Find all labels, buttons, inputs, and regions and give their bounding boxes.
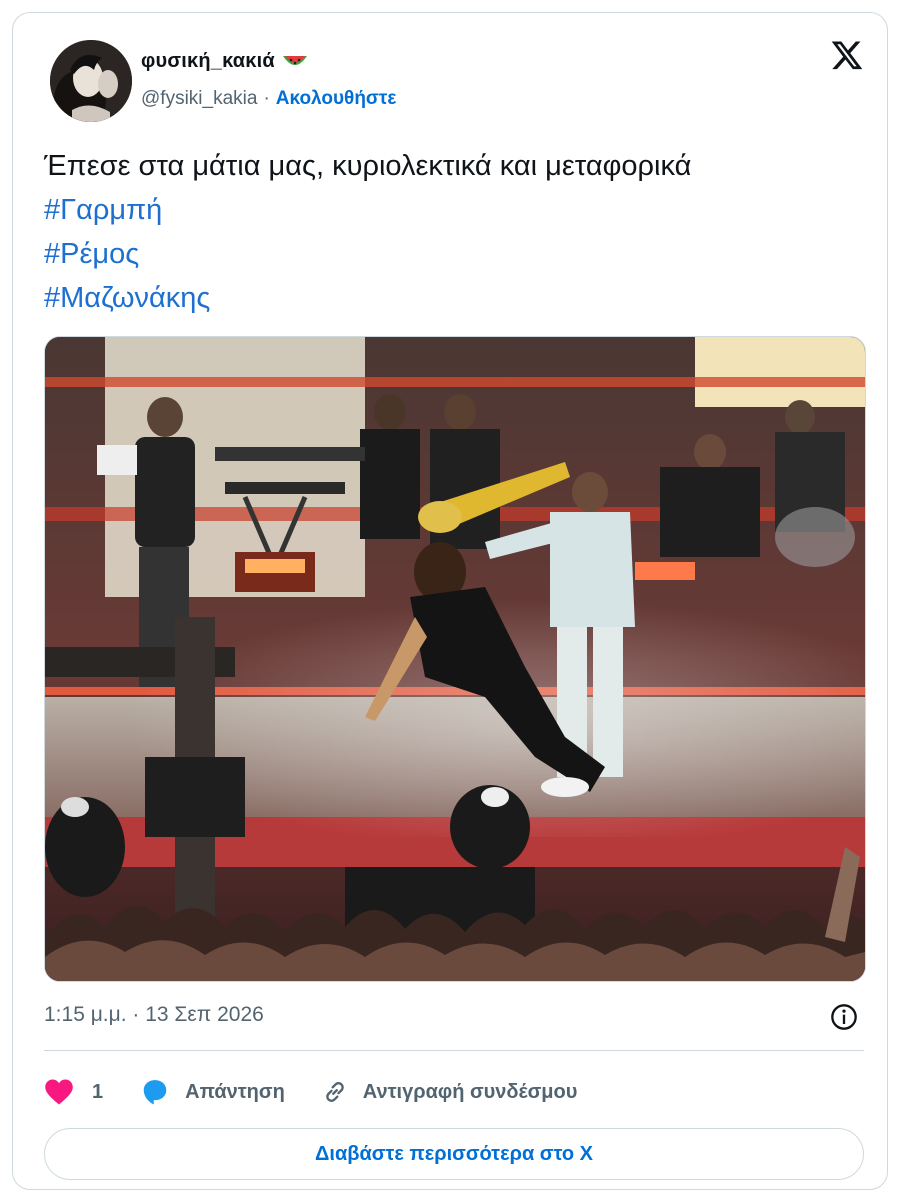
read-more-label: Διαβάστε περισσότερα στο X bbox=[315, 1142, 593, 1165]
avatar[interactable] bbox=[50, 40, 132, 122]
heart-icon bbox=[45, 1079, 73, 1105]
tweet-actions: 1 Απάντηση Αντιγραφή συνδέσμου bbox=[44, 1072, 613, 1112]
tweet-body: Έπεσε στα μάτια μας, κυριολεκτικά και με… bbox=[44, 150, 692, 182]
tweet-timestamp[interactable]: 1:15 μ.μ. · 13 Σεπ 2026 bbox=[44, 1003, 264, 1027]
read-more-button[interactable]: Διαβάστε περισσότερα στο X bbox=[44, 1128, 864, 1180]
hashtag-link[interactable]: #Γαρμπή bbox=[44, 188, 864, 232]
copy-link-button[interactable]: Αντιγραφή συνδέσμου bbox=[321, 1078, 578, 1106]
handle-row: @fysiki_kakia · Ακολουθήστε bbox=[141, 88, 396, 110]
divider bbox=[44, 1050, 864, 1051]
concert-photo bbox=[45, 337, 865, 981]
copy-link-label: Αντιγραφή συνδέσμου bbox=[362, 1080, 578, 1103]
reply-label: Απάντηση bbox=[185, 1080, 285, 1103]
x-logo-icon[interactable] bbox=[830, 38, 864, 72]
tweet-text: Έπεσε στα μάτια μας, κυριολεκτικά και με… bbox=[44, 144, 864, 320]
tweet-media[interactable] bbox=[44, 336, 866, 982]
display-name[interactable]: φυσική_κακιά bbox=[141, 50, 275, 73]
name-row: φυσική_κακιά bbox=[141, 50, 309, 73]
reply-bubble-icon bbox=[143, 1080, 167, 1105]
watermelon-icon bbox=[282, 55, 307, 65]
follow-button[interactable]: Ακολουθήστε bbox=[276, 88, 397, 110]
separator-dot: · bbox=[263, 88, 270, 109]
info-icon[interactable] bbox=[830, 1003, 858, 1031]
handle[interactable]: @fysiki_kakia bbox=[141, 88, 257, 110]
like-count: 1 bbox=[92, 1080, 104, 1103]
hashtag-link[interactable]: #Ρέμος bbox=[44, 232, 864, 276]
reply-button[interactable]: Απάντηση bbox=[139, 1077, 285, 1107]
like-button[interactable]: 1 bbox=[44, 1078, 103, 1106]
hashtag-link[interactable]: #Μαζωνάκης bbox=[44, 276, 864, 320]
tweet-header: φυσική_κακιά @fysiki_kakia · Ακολουθήστε bbox=[40, 38, 840, 122]
link-icon bbox=[326, 1082, 344, 1102]
